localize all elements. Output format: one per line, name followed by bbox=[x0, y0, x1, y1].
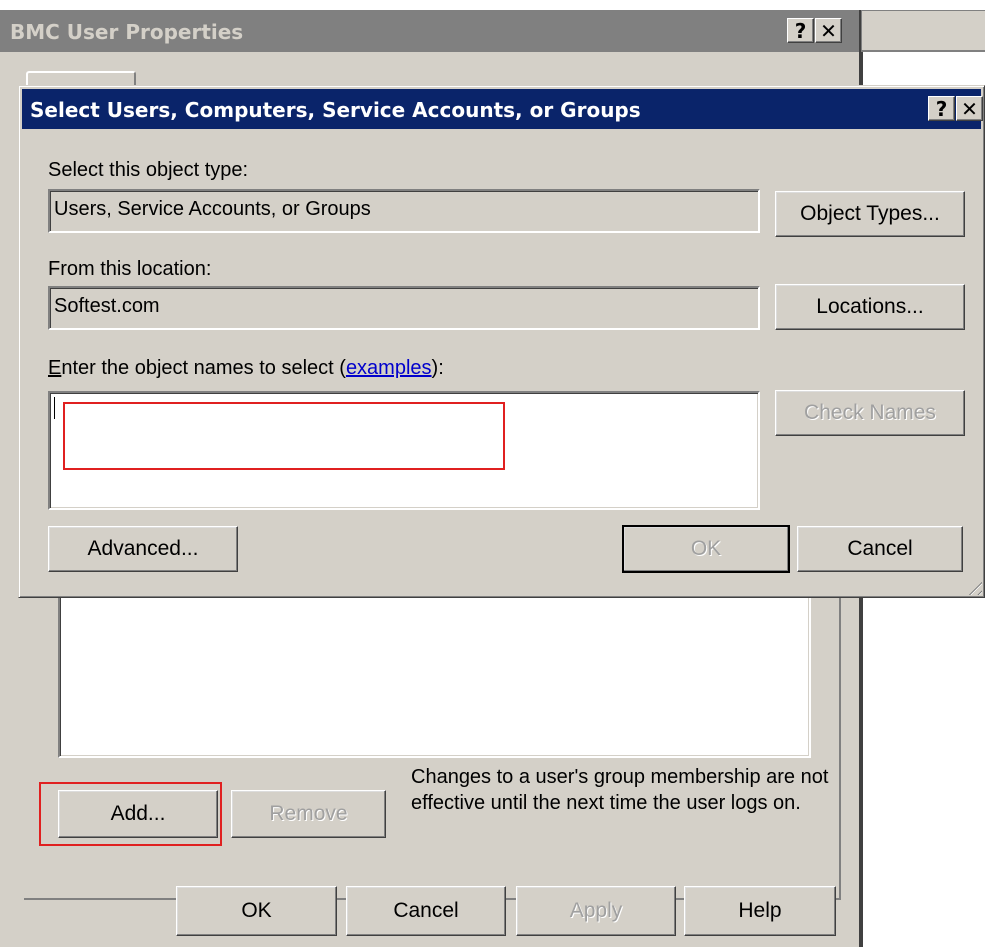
object-type-value: Users, Service Accounts, or Groups bbox=[54, 198, 371, 220]
bmc-cancel-button[interactable]: Cancel bbox=[346, 886, 506, 936]
advanced-button[interactable]: Advanced... bbox=[48, 526, 238, 572]
bmc-titlebar: BMC User Properties ? ✕ bbox=[0, 10, 859, 52]
dialog-help-icon[interactable]: ? bbox=[928, 96, 955, 121]
check-names-button[interactable]: Check Names bbox=[775, 390, 965, 436]
bmc-help-button[interactable]: Help bbox=[684, 886, 836, 936]
locations-button[interactable]: Locations... bbox=[775, 284, 965, 330]
object-names-label: Enter the object names to select (exampl… bbox=[48, 357, 444, 380]
member-of-list[interactable] bbox=[58, 580, 811, 758]
object-types-button[interactable]: Object Types... bbox=[775, 191, 965, 237]
bmc-ok-button[interactable]: OK bbox=[176, 886, 337, 936]
resize-grip-icon[interactable] bbox=[964, 577, 982, 595]
location-value: Softest.com bbox=[54, 295, 160, 317]
object-type-label: Select this object type: bbox=[48, 159, 249, 181]
select-users-dialog: Select Users, Computers, Service Account… bbox=[18, 85, 985, 598]
background-window-edge bbox=[861, 10, 985, 52]
object-type-field: Users, Service Accounts, or Groups bbox=[48, 189, 760, 233]
bmc-window-title: BMC User Properties bbox=[10, 20, 244, 44]
examples-link[interactable]: examples bbox=[346, 357, 432, 379]
dialog-title: Select Users, Computers, Service Account… bbox=[30, 98, 641, 122]
remove-button[interactable]: Remove bbox=[231, 790, 386, 838]
bmc-apply-button[interactable]: Apply bbox=[516, 886, 676, 936]
dialog-cancel-button[interactable]: Cancel bbox=[797, 526, 963, 572]
dialog-close-icon[interactable]: ✕ bbox=[956, 96, 983, 121]
object-names-label-suffix: ): bbox=[431, 357, 444, 379]
location-label: From this location: bbox=[48, 258, 212, 280]
location-field: Softest.com bbox=[48, 286, 760, 330]
group-membership-notice: Changes to a user's group membership are… bbox=[411, 766, 829, 814]
object-names-input[interactable] bbox=[48, 391, 760, 510]
text-cursor bbox=[54, 397, 55, 419]
bmc-help-icon[interactable]: ? bbox=[787, 18, 814, 43]
bmc-close-icon[interactable]: ✕ bbox=[815, 18, 842, 43]
object-names-label-text: nter the object names to select ( bbox=[61, 357, 346, 379]
dialog-titlebar: Select Users, Computers, Service Account… bbox=[22, 89, 983, 129]
add-button[interactable]: Add... bbox=[58, 790, 218, 838]
object-names-label-accesskey: E bbox=[48, 357, 62, 379]
dialog-ok-button[interactable]: OK bbox=[622, 525, 790, 573]
